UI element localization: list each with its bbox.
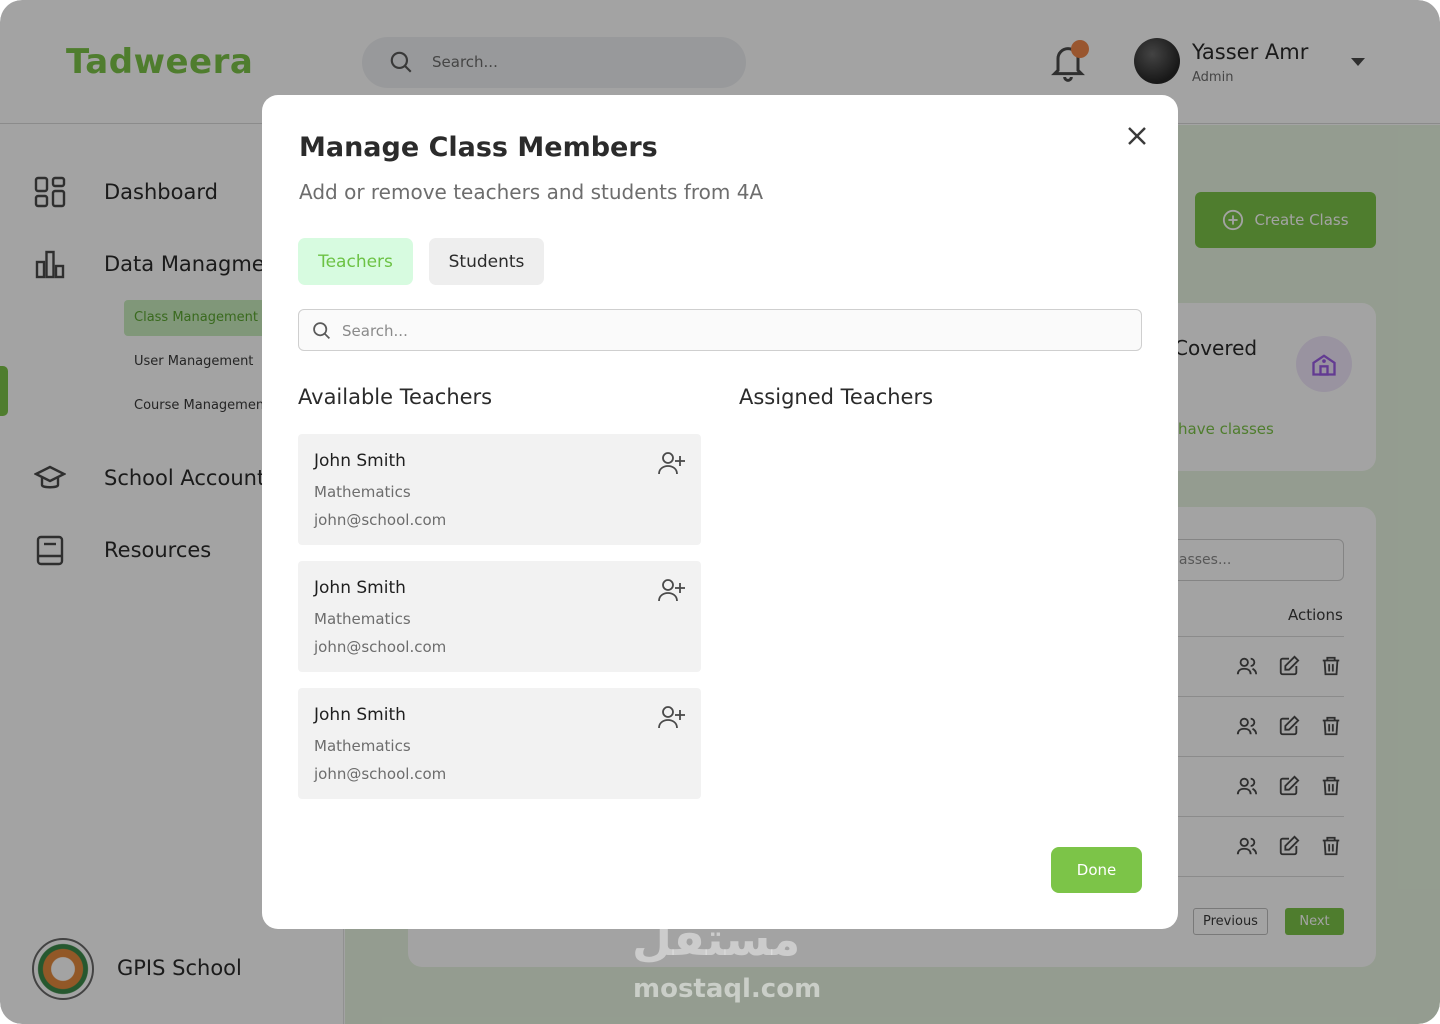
teacher-name: John Smith bbox=[314, 451, 406, 471]
done-button[interactable]: Done bbox=[1051, 847, 1142, 893]
tab-teachers[interactable]: Teachers bbox=[298, 238, 413, 285]
add-user-icon[interactable] bbox=[658, 450, 686, 476]
tab-students[interactable]: Students bbox=[429, 238, 544, 285]
teacher-email: john@school.com bbox=[314, 638, 447, 656]
close-icon bbox=[1128, 127, 1146, 145]
modal-subtitle: Add or remove teachers and students from… bbox=[299, 180, 764, 204]
teacher-card: John Smith Mathematics john@school.com bbox=[298, 434, 701, 545]
member-search-input[interactable]: Search... bbox=[298, 309, 1142, 351]
manage-class-members-modal: Manage Class Members Add or remove teach… bbox=[262, 95, 1178, 929]
search-icon bbox=[313, 322, 330, 339]
add-user-icon[interactable] bbox=[658, 577, 686, 603]
teacher-email: john@school.com bbox=[314, 765, 447, 783]
close-button[interactable] bbox=[1124, 123, 1150, 149]
teacher-card: John Smith Mathematics john@school.com bbox=[298, 561, 701, 672]
teacher-card: John Smith Mathematics john@school.com bbox=[298, 688, 701, 799]
assigned-teachers-heading: Assigned Teachers bbox=[739, 385, 934, 409]
member-search-placeholder: Search... bbox=[342, 322, 408, 340]
add-user-icon[interactable] bbox=[658, 704, 686, 730]
teacher-subject: Mathematics bbox=[314, 483, 411, 501]
teacher-subject: Mathematics bbox=[314, 737, 411, 755]
app-window: Tadweera Search... Yasser Amr Admin Dash… bbox=[0, 0, 1440, 1024]
teacher-subject: Mathematics bbox=[314, 610, 411, 628]
available-teachers-heading: Available Teachers bbox=[298, 385, 493, 409]
watermark-arabic: مستقل bbox=[632, 912, 801, 966]
teacher-name: John Smith bbox=[314, 705, 406, 725]
teacher-name: John Smith bbox=[314, 578, 406, 598]
modal-title: Manage Class Members bbox=[299, 132, 658, 163]
watermark-latin: mostaql.com bbox=[633, 974, 822, 1004]
teacher-email: john@school.com bbox=[314, 511, 447, 529]
